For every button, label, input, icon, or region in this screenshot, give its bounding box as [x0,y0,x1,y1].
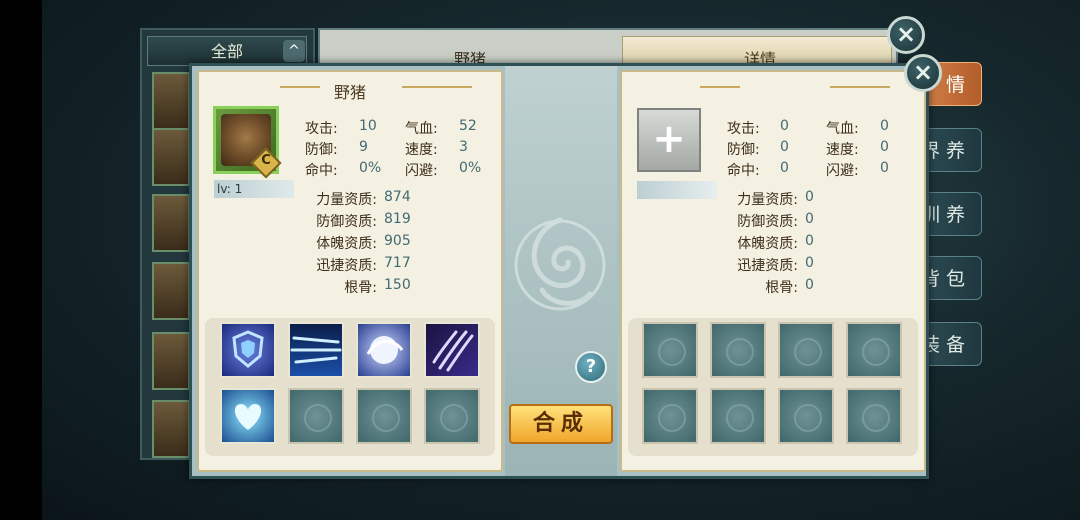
quality-value: 0 [805,211,814,227]
quality-label: 迅捷资质: [316,258,377,274]
stat-value: 10 [359,118,377,134]
pet-list-item[interactable] [152,194,190,252]
quality-label: 迅捷资质: [737,258,798,274]
stat-value: 0 [780,118,789,134]
close-icon[interactable]: × [904,54,942,92]
pet-list-item[interactable] [152,332,190,390]
letterbox-bar [0,0,42,520]
level-label: lv: 1 [214,180,294,198]
level-bar [637,181,717,199]
stat-label: 攻击: [727,121,760,137]
stat-value: 0 [880,118,889,134]
empty-skill-slot[interactable] [288,388,344,444]
quality-label: 力量资质: [316,192,377,208]
stat-value: 3 [459,139,468,155]
source-pet-name: 野猪 [333,83,366,102]
quality-value: 0 [805,255,814,271]
quality-label: 根骨: [765,280,798,296]
empty-skill-slot[interactable] [424,388,480,444]
stat-value: 0 [880,160,889,176]
empty-skill-slot[interactable] [846,388,902,444]
stat-label: 攻击: [305,121,338,137]
heart-skill-icon[interactable] [220,388,276,444]
quality-value: 0 [805,189,814,205]
empty-skill-slot[interactable] [778,322,834,378]
title-ornament [830,86,890,88]
quality-value: 0 [805,277,814,293]
stat-value: 0 [780,139,789,155]
orb-skill-icon[interactable] [356,322,412,378]
pet-list-item[interactable] [152,128,190,186]
pet-list-item[interactable] [152,72,190,130]
empty-skill-slot[interactable] [846,322,902,378]
quality-label: 根骨: [344,280,377,296]
quality-value: 150 [384,277,411,293]
quality-value: 717 [384,255,411,271]
quality-value: 905 [384,233,411,249]
synthesize-button[interactable]: 合成 [509,404,613,444]
title-ornament [700,86,740,88]
empty-skill-slot[interactable] [642,322,698,378]
empty-skill-slot[interactable] [356,388,412,444]
speed-lines-skill-icon[interactable] [288,322,344,378]
quality-label: 体魄资质: [737,236,798,252]
close-icon[interactable]: × [887,16,925,54]
claw-skill-icon[interactable] [424,322,480,378]
quality-label: 力量资质: [737,192,798,208]
empty-skill-slot[interactable] [710,388,766,444]
stat-label: 气血: [405,121,438,137]
quality-label: 体魄资质: [316,236,377,252]
stat-label: 防御: [305,142,338,158]
stat-value: 0 [780,160,789,176]
grade-label: C [261,153,271,168]
stat-label: 命中: [305,163,338,179]
dragon-emblem-icon [514,217,606,311]
quality-value: 0 [805,233,814,249]
quality-value: 874 [384,189,411,205]
stat-label: 气血: [826,121,859,137]
stat-label: 闪避: [826,163,859,179]
stat-label: 速度: [826,142,859,158]
stat-value: 52 [459,118,477,134]
shield-skill-icon[interactable] [220,322,276,378]
stat-value: 0% [459,160,482,176]
stat-value: 0% [359,160,382,176]
chevron-up-icon[interactable]: ^ [283,40,305,62]
pet-list-item[interactable] [152,262,190,320]
empty-skill-slot[interactable] [710,322,766,378]
quality-label: 防御资质: [316,214,377,230]
empty-skill-slot[interactable] [642,388,698,444]
stat-label: 闪避: [405,163,438,179]
pet-list-item[interactable] [152,400,190,458]
help-icon[interactable]: ? [575,351,607,383]
stat-value: 0 [880,139,889,155]
stat-value: 9 [359,139,368,155]
stat-label: 速度: [405,142,438,158]
add-pet-button[interactable]: + [637,108,701,172]
quality-value: 819 [384,211,411,227]
empty-skill-slot[interactable] [778,388,834,444]
quality-label: 防御资质: [737,214,798,230]
stat-label: 防御: [727,142,760,158]
stat-label: 命中: [727,163,760,179]
